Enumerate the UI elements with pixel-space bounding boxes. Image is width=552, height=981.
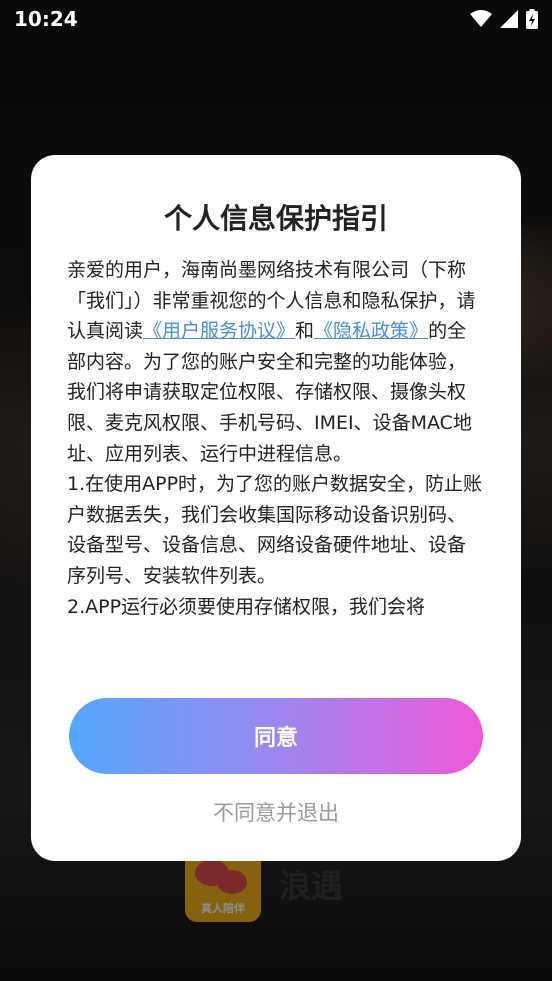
disagree-exit-button[interactable]: 不同意并退出 (31, 797, 521, 827)
cellular-signal-icon (500, 10, 518, 28)
privacy-policy-link[interactable]: 《隐私政策》 (314, 320, 428, 342)
privacy-paragraph-2: 1.在使用APP时，为了您的账户数据安全，防止账户数据丢失，我们会收集国际移动设… (67, 473, 483, 587)
status-bar: 10:24 (0, 0, 552, 38)
battery-charging-icon (526, 9, 538, 29)
status-icons (470, 9, 538, 29)
privacy-dialog: 个人信息保护指引 亲爱的用户，海南尚墨网络技术有限公司（下称「我们」）非常重视您… (31, 155, 521, 861)
user-agreement-link[interactable]: 《用户服务协议》 (143, 320, 295, 342)
privacy-paragraph-1: 亲爱的用户，海南尚墨网络技术有限公司（下称「我们」）非常重视您的个人信息和隐私保… (67, 255, 483, 469)
dialog-body[interactable]: 亲爱的用户，海南尚墨网络技术有限公司（下称「我们」）非常重视您的个人信息和隐私保… (67, 255, 483, 659)
paragraph-text: 和 (295, 320, 315, 343)
agree-button[interactable]: 同意 (69, 698, 483, 774)
wifi-icon (470, 10, 492, 28)
privacy-paragraph-3: 2.APP运行必须要使用存储权限，我们会将 (67, 595, 426, 618)
status-time: 10:24 (14, 7, 78, 31)
dialog-title: 个人信息保护指引 (163, 202, 388, 235)
